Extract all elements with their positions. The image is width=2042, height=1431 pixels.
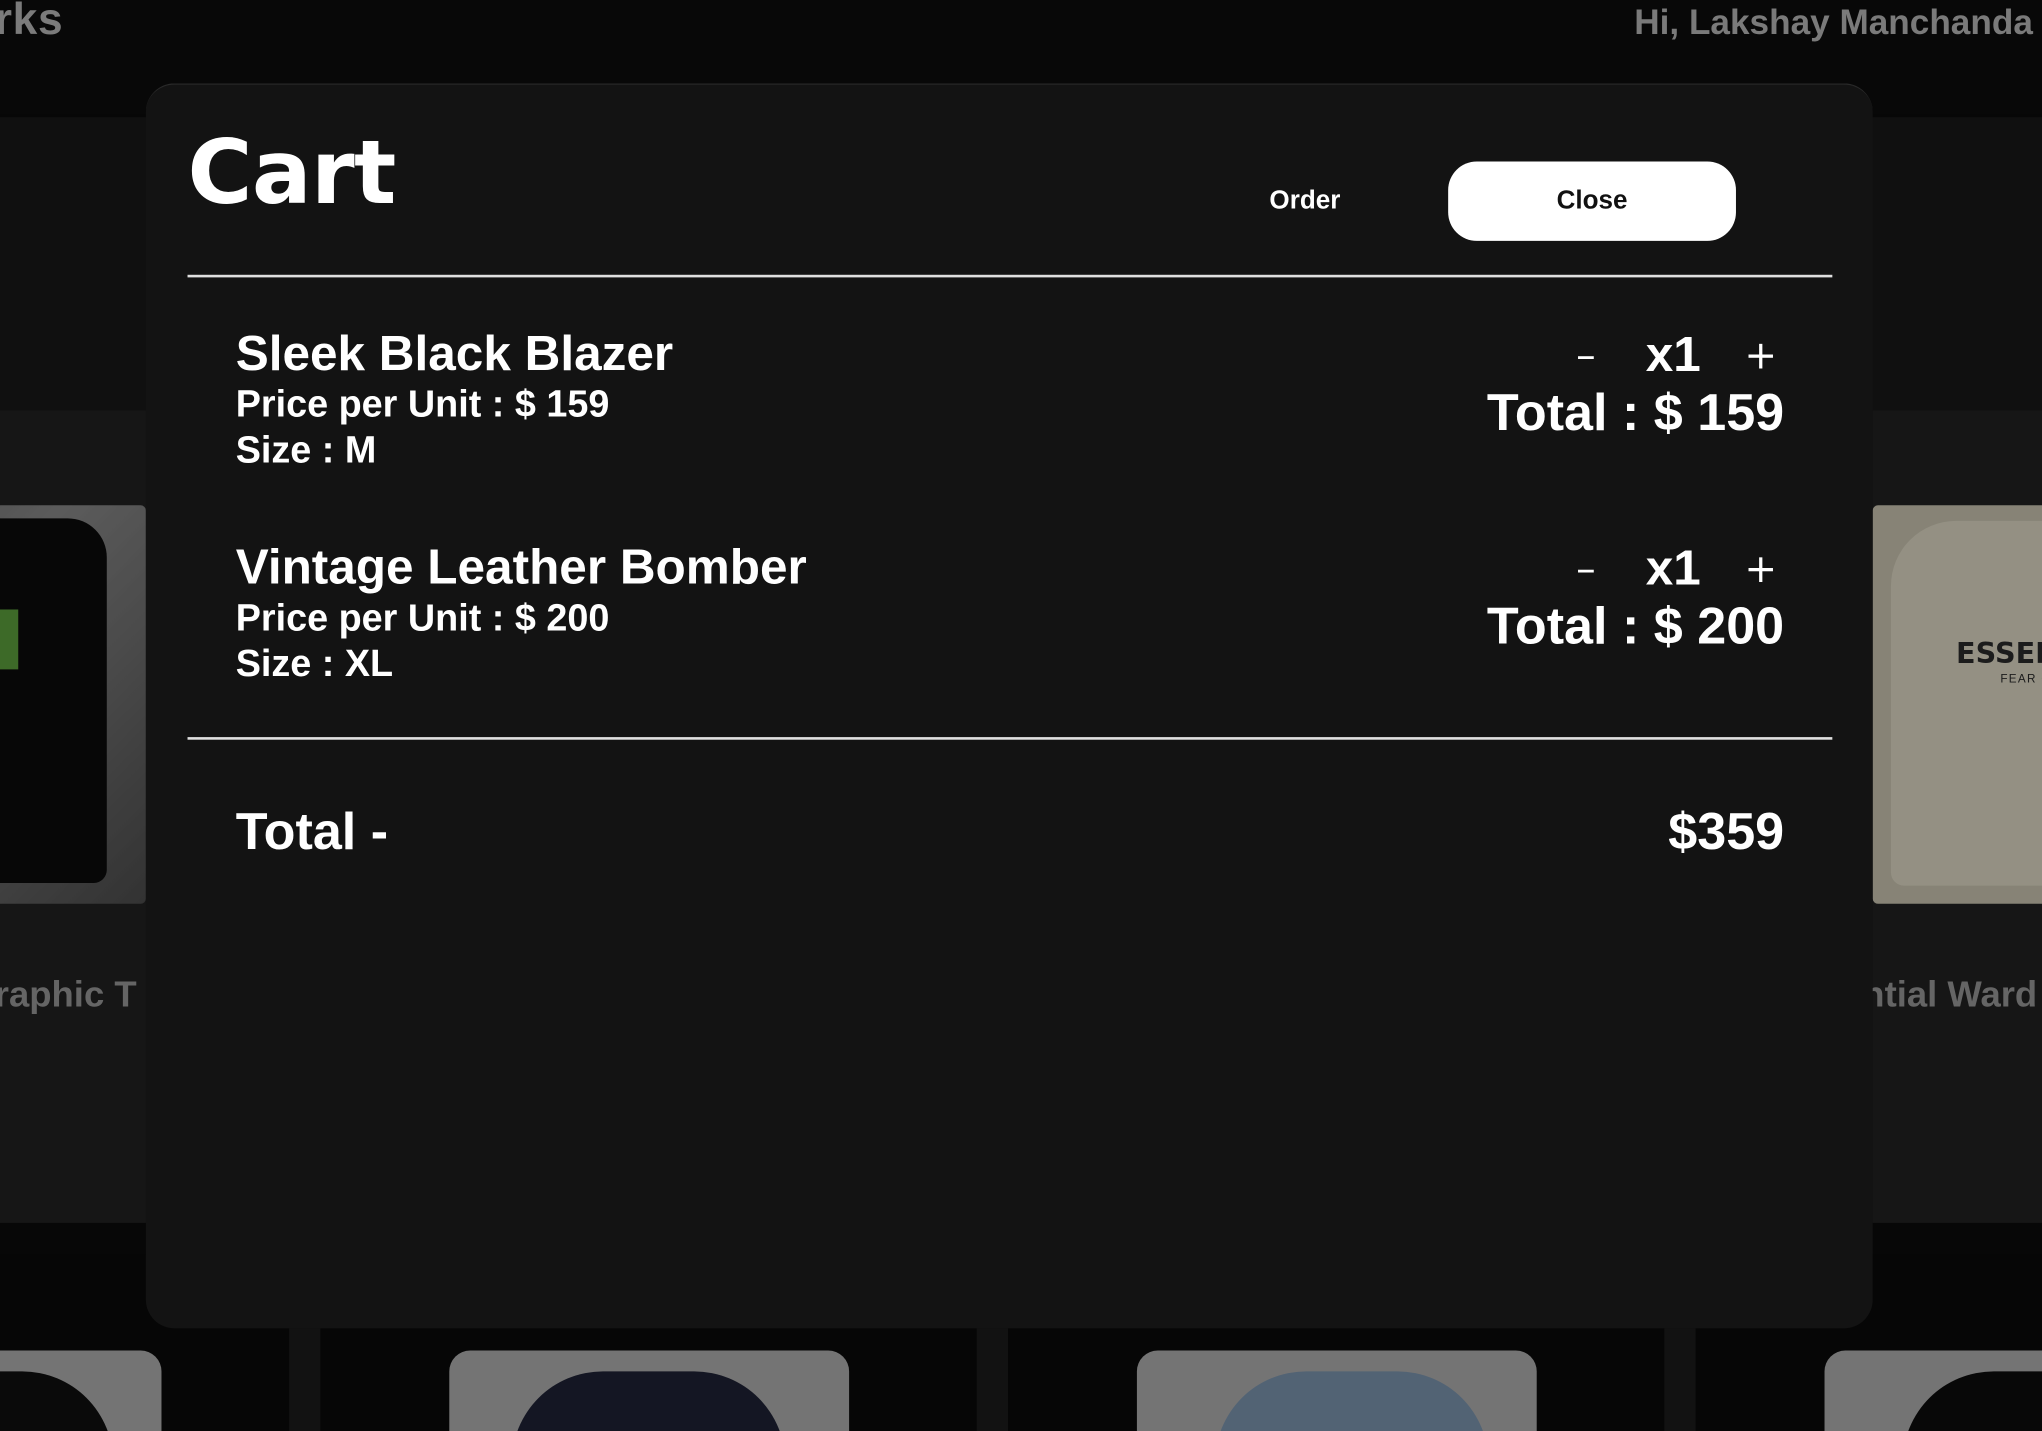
cart-title: Cart [187, 122, 397, 226]
quantity-value: x1 [1645, 327, 1701, 383]
cart-item: Sleek Black Blazer Price per Unit : $ 15… [236, 327, 1784, 483]
increase-quantity-button[interactable]: + [1737, 332, 1784, 379]
item-name: Vintage Leather Bomber [235, 540, 807, 596]
page: rks Hi, Lakshay Manchanda ESSENT FEAR OF… [0, 0, 2042, 1431]
decrease-quantity-button[interactable]: – [1562, 546, 1609, 593]
quantity-stepper: – x1 + [1446, 540, 1785, 597]
item-unit-price: Price per Unit : $ 159 [235, 384, 610, 426]
item-total: Total : $ 200 [1486, 597, 1785, 656]
cart-modal: Cart Order Close Sleek Black Blazer Pric… [145, 83, 1873, 1329]
item-total: Total : $ 159 [1486, 384, 1785, 442]
item-name: Sleek Black Blazer [235, 326, 674, 382]
quantity-value: x1 [1645, 541, 1701, 596]
close-button[interactable]: Close [1448, 161, 1736, 241]
item-size: Size : XL [235, 643, 394, 686]
increase-quantity-button[interactable]: + [1737, 546, 1784, 593]
divider [187, 737, 1833, 740]
item-unit-price: Price per Unit : $ 200 [235, 597, 610, 640]
grand-total-label: Total - [235, 803, 389, 861]
item-size: Size : M [235, 429, 377, 472]
quantity-controls: – x1 + Total : $ 200 [1446, 540, 1785, 696]
quantity-stepper: – x1 + [1446, 327, 1785, 384]
quantity-controls: – x1 + Total : $ 159 [1446, 327, 1785, 483]
decrease-quantity-button[interactable]: – [1562, 332, 1609, 379]
cart-item: Vintage Leather Bomber Price per Unit : … [236, 540, 1784, 696]
order-button[interactable]: Order [1235, 168, 1376, 233]
grand-total-value: $359 [1668, 803, 1785, 861]
divider [187, 274, 1833, 278]
